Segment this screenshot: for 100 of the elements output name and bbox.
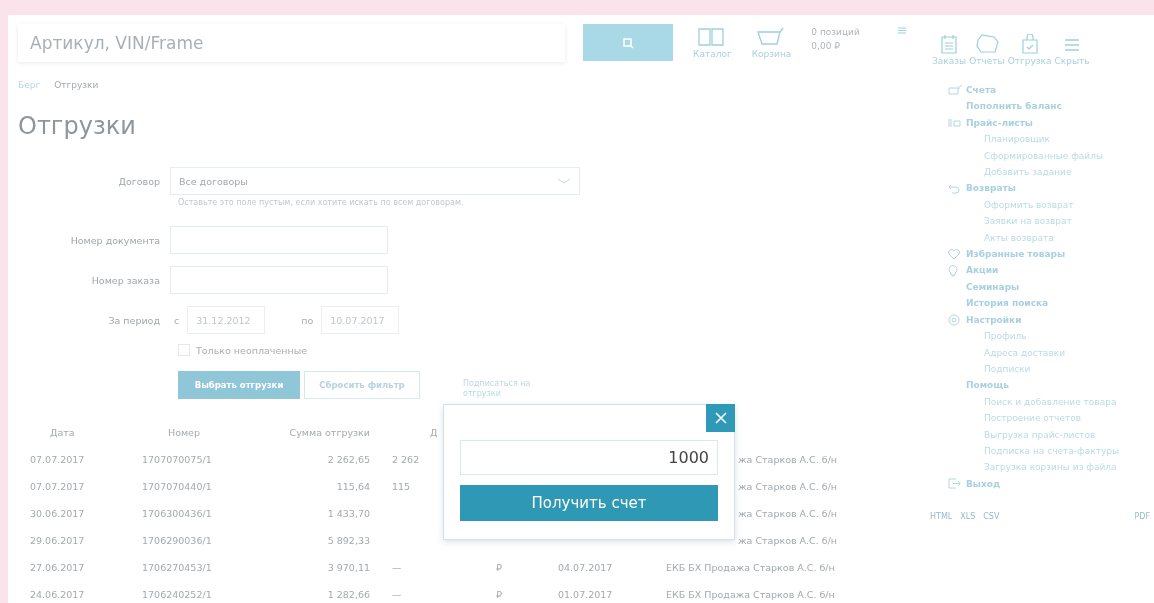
export-link[interactable]: XLS (960, 512, 976, 522)
reset-filter-button[interactable]: Сбросить фильтр (304, 371, 420, 399)
export-link[interactable]: HTML (930, 512, 953, 522)
close-button[interactable] (706, 404, 735, 432)
sidebar-subitem[interactable]: Построение отчетов (948, 410, 1154, 427)
table-cell: ₽ (496, 589, 503, 600)
sidebar-item[interactable]: Прайс-листы (966, 114, 1033, 132)
settings-icon (948, 313, 960, 326)
table-cell: — (392, 562, 402, 573)
checkbox[interactable] (178, 344, 190, 356)
sidebar-subitem[interactable]: Выгрузка прайс-листов (948, 426, 1154, 443)
sidebar-item[interactable]: Возвраты (966, 180, 1016, 197)
sidebar-item[interactable]: Избранные товары (966, 246, 1066, 263)
column-header: Дата (50, 427, 75, 438)
sidebar-item[interactable]: Счета (966, 82, 997, 99)
table-cell: жа Старков А.С. б/н (738, 508, 838, 519)
table-cell: 1 433,70 (327, 508, 370, 519)
menu-icon (1065, 36, 1080, 54)
sidebar-subitem[interactable]: Акты возврата (948, 229, 1154, 247)
table-cell: жа Старков А.С. б/н (738, 535, 838, 546)
close-icon (714, 412, 727, 424)
table-cell: 24.06.2017 (30, 589, 85, 600)
table-cell: 2 262,65 (327, 454, 370, 465)
breadcrumb-link[interactable]: Берг (18, 80, 41, 90)
sidebar-subitem[interactable]: Добавить задание (948, 164, 1154, 181)
search-field[interactable]: Артикул, VIN/Frame (18, 23, 565, 62)
date-to-field[interactable]: 10.07.2017 (321, 306, 400, 334)
sidebar-subitem[interactable]: Подписки (948, 360, 1154, 378)
table-cell: 1706240252/1 (142, 589, 212, 600)
date-from-field[interactable]: 31.12.2012 (187, 306, 266, 334)
lightbulb-icon (948, 264, 958, 278)
nav-catalog-button[interactable]: Каталог (693, 26, 732, 59)
subscribe-link[interactable]: Подписаться на отгрузки (463, 379, 563, 399)
from-label: с (174, 314, 180, 326)
page-title: Отгрузки (17, 111, 137, 142)
table-cell: 115,64 (336, 481, 370, 492)
search-button[interactable] (583, 24, 673, 61)
heart-icon (948, 248, 960, 260)
nav-bag-button[interactable]: Отгрузка (1007, 34, 1052, 70)
document-number-field[interactable] (170, 226, 388, 254)
sidebar-subitem[interactable]: Пополнить баланс (948, 98, 1154, 115)
table-cell: 3 970,11 (327, 562, 370, 573)
table-cell: 04.07.2017 (558, 562, 613, 573)
field-label: Договор (117, 175, 160, 187)
calendar-icon (941, 34, 958, 54)
chevron-down-icon (557, 177, 571, 185)
table-cell: 1 282,66 (327, 589, 370, 600)
sidebar-subitem[interactable]: Поиск и добавление товара (948, 393, 1154, 411)
nav-menu-button[interactable]: Скрыть (1054, 36, 1090, 70)
field-label: Номер документа (69, 234, 160, 246)
table-cell: жа Старков А.С. б/н (738, 481, 838, 492)
sidebar-subitem[interactable]: Адреса доставки (948, 344, 1154, 361)
export-link[interactable]: CSV (983, 512, 1000, 522)
sidebar-subitem[interactable]: Загрузка корзины из файла (948, 459, 1154, 476)
sidebar-subitem[interactable]: Заявки на возврат (948, 213, 1154, 230)
invoice-icon (948, 85, 962, 96)
sidebar-item[interactable]: Настройки (966, 311, 1022, 329)
sidebar-item[interactable]: История поиска (966, 295, 1049, 312)
menu-icon[interactable] (897, 27, 906, 34)
sidebar-item[interactable]: Выход (966, 475, 1001, 493)
table-cell: 1707070075/1 (142, 454, 212, 465)
column-header: Номер (168, 427, 200, 438)
cart-count: 0 позиций (811, 26, 860, 39)
nav-cart-button[interactable]: Корзина (751, 26, 792, 59)
table-cell: 01.07.2017 (558, 589, 613, 600)
table-cell: 1706290036/1 (142, 535, 212, 546)
nav-calendar-button[interactable]: Заказы (932, 34, 967, 70)
sidebar-subitem[interactable]: Профиль (948, 328, 1154, 345)
amount-field[interactable]: 1000 (460, 440, 718, 475)
sidebar-item[interactable]: Акции (966, 262, 999, 279)
sidebar-item[interactable]: Помощь (966, 377, 1009, 394)
sidebar-subitem[interactable]: Подписка на счета-фактуры (948, 442, 1154, 460)
export-link[interactable]: PDF (1134, 512, 1150, 522)
sidebar-item[interactable]: Семинары (966, 278, 1020, 296)
table-cell: 1707070440/1 (142, 481, 212, 492)
table-cell: ЕКБ БХ Продажа Старков А.С. б/н (666, 562, 835, 573)
cart-total: 0,00 ₽ (811, 40, 841, 53)
checkbox-label: Только неоплаченные (196, 344, 308, 356)
table-cell: 1706270453/1 (142, 562, 212, 573)
field-label: Номер заказа (90, 274, 160, 286)
sidebar-subitem[interactable]: Планировщик (948, 131, 1154, 148)
table-cell: 1706300436/1 (142, 508, 212, 519)
table-cell: — (392, 589, 402, 600)
get-invoice-button[interactable]: Получить счет (460, 485, 718, 521)
search-icon (622, 36, 634, 49)
select-shipments-button[interactable]: Выбрать отгрузки (178, 371, 300, 399)
shopping-bag-icon (1020, 34, 1039, 54)
table-cell: 07.07.2017 (30, 481, 85, 492)
table-cell: 5 892,33 (327, 535, 370, 546)
order-number-field[interactable] (170, 266, 388, 294)
table-cell: 2 262 (392, 454, 420, 465)
sidebar-subitem[interactable]: Сформированные файлы (948, 147, 1154, 165)
to-label: по (301, 314, 314, 326)
table-cell: жа Старков А.С. б/н (738, 454, 838, 465)
table-cell: 07.07.2017 (30, 454, 85, 465)
nav-piggy-button[interactable]: Отчеты (969, 34, 1005, 70)
contract-dropdown[interactable]: Все договоры (170, 167, 580, 195)
sidebar-subitem[interactable]: Оформить возврат (948, 196, 1154, 214)
table-cell: 30.06.2017 (30, 508, 85, 519)
table-cell: 27.06.2017 (30, 562, 85, 573)
